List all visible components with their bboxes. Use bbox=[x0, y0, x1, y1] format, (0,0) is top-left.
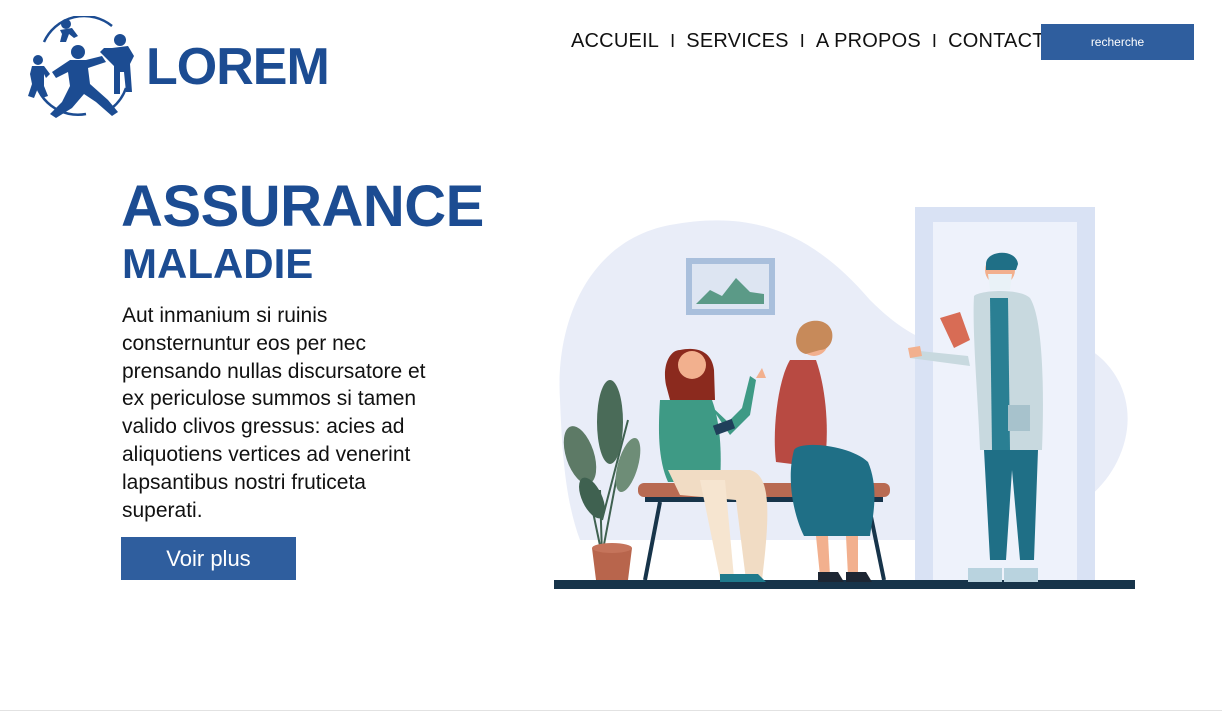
page: LOREM ACCUEIL I SERVICES I A PROPOS I CO… bbox=[0, 0, 1222, 712]
doctor-waiting-room-illustration bbox=[550, 200, 1140, 595]
hero-subtitle: MALADIE bbox=[122, 240, 314, 287]
hero-description: Aut inmanium si ruinis consternuntur eos… bbox=[122, 304, 426, 522]
nav-separator: I bbox=[799, 31, 805, 51]
nav-item-contact[interactable]: CONTACT bbox=[948, 30, 1045, 53]
brand-name: LOREM bbox=[146, 38, 330, 96]
nav-item-services[interactable]: SERVICES bbox=[686, 30, 788, 53]
main-nav: ACCUEIL I SERVICES I A PROPOS I CONTACT bbox=[571, 30, 1045, 53]
logo[interactable]: LOREM bbox=[26, 16, 330, 120]
nav-separator: I bbox=[670, 31, 676, 51]
voir-plus-button[interactable]: Voir plus bbox=[121, 537, 296, 580]
wall-picture-icon bbox=[686, 258, 775, 315]
hero-title: ASSURANCE bbox=[121, 174, 484, 239]
nav-item-a-propos[interactable]: A PROPOS bbox=[816, 30, 921, 53]
footer-divider bbox=[0, 710, 1222, 711]
search-button[interactable]: recherche bbox=[1041, 24, 1194, 60]
nav-separator: I bbox=[931, 31, 938, 51]
family-figures-icon bbox=[28, 16, 134, 118]
floor-line bbox=[554, 580, 1135, 589]
nav-item-accueil[interactable]: ACCUEIL bbox=[571, 30, 659, 53]
